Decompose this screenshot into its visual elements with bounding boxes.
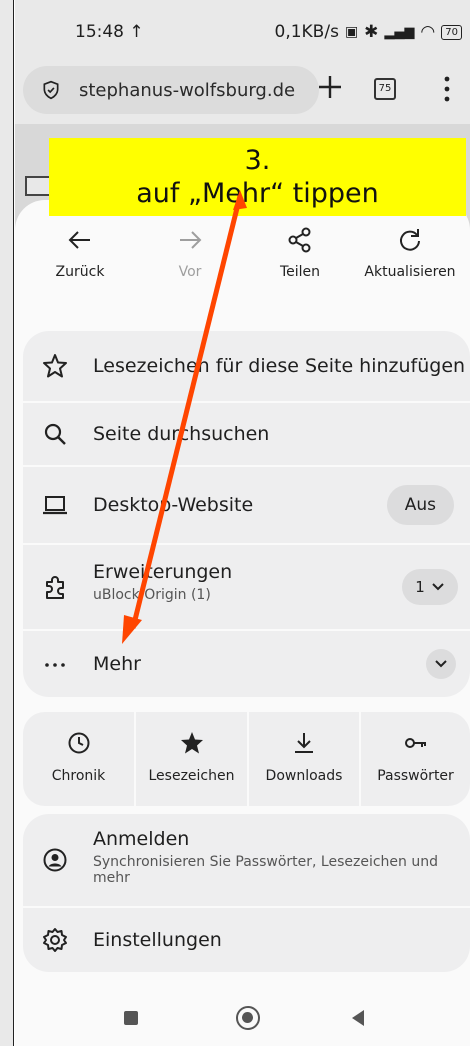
status-right: 0,1KB/s ▣ ✱ ▂▄▆ ◠ 70 xyxy=(274,22,462,42)
sign-in-label: Anmelden xyxy=(93,828,190,850)
more-dots-icon xyxy=(45,663,65,667)
home-button-dot xyxy=(242,1012,253,1023)
quick-access-row: Chronik Lesezeichen Downloads Passwörter xyxy=(23,712,470,806)
passwords-button[interactable]: Passwörter xyxy=(361,712,470,806)
bluetooth-icon: ✱ xyxy=(364,22,379,42)
tab-switcher-button[interactable]: 75 xyxy=(374,78,396,100)
key-icon xyxy=(404,738,426,748)
menu-group: Lesezeichen für diese Seite hinzufügen S… xyxy=(23,331,470,697)
history-button[interactable]: Chronik xyxy=(23,712,134,806)
browser-menu-sheet: Zurück Vor Teilen Aktualisieren Lesezeic… xyxy=(15,200,470,1046)
sign-in-sublabel: Synchronisieren Sie Passwörter, Lesezeic… xyxy=(93,854,438,886)
passwords-label: Passwörter xyxy=(377,768,454,784)
settings-label: Einstellungen xyxy=(93,929,222,951)
upload-icon: ↑ xyxy=(129,22,144,42)
desktop-site-toggle[interactable]: Aus xyxy=(386,485,454,525)
arrow-right-icon xyxy=(180,231,202,249)
url-bar[interactable]: stephanus-wolfsburg.de xyxy=(23,66,319,114)
downloads-label: Downloads xyxy=(265,768,343,784)
share-icon xyxy=(288,227,311,253)
reload-icon xyxy=(400,229,420,251)
menu-item-settings[interactable]: Einstellungen xyxy=(23,906,470,972)
menu-item-desktop-site[interactable]: Desktop-Website Aus xyxy=(23,465,470,543)
menu-item-add-bookmark[interactable]: Lesezeichen für diese Seite hinzufügen xyxy=(23,331,470,401)
download-icon xyxy=(295,733,313,753)
menu-item-extensions[interactable]: Erweiterungen uBlock Origin (1) 1 xyxy=(23,543,470,629)
chevron-down-icon xyxy=(432,583,444,591)
desktop-site-label: Desktop-Website xyxy=(93,494,254,516)
status-bar: 15:48 ↑ 0,1KB/s ▣ ✱ ▂▄▆ ◠ 70 xyxy=(15,0,470,62)
status-time: 15:48 ↑ xyxy=(75,22,144,42)
menu-item-more[interactable]: Mehr xyxy=(23,629,470,697)
menu-item-find-in-page[interactable]: Seite durchsuchen xyxy=(23,401,470,465)
new-tab-icon[interactable] xyxy=(315,72,345,102)
forward-label: Vor xyxy=(178,264,202,280)
back-button[interactable]: Zurück xyxy=(25,220,135,310)
menu-item-sign-in[interactable]: Anmelden Synchronisieren Sie Passwörter,… xyxy=(23,814,470,906)
share-label: Teilen xyxy=(279,264,321,280)
shield-icon[interactable] xyxy=(41,80,61,100)
extensions-count-dropdown[interactable]: 1 xyxy=(402,569,458,605)
gear-icon xyxy=(43,928,67,952)
overflow-menu-icon[interactable] xyxy=(443,76,451,102)
forward-button[interactable]: Vor xyxy=(135,220,245,310)
url-text[interactable]: stephanus-wolfsburg.de xyxy=(79,80,295,101)
share-button[interactable]: Teilen xyxy=(245,220,355,310)
battery-icon: 70 xyxy=(441,24,462,40)
clock-icon xyxy=(68,732,89,754)
recents-button[interactable] xyxy=(124,1011,138,1025)
extensions-count: 1 xyxy=(415,578,425,596)
reload-button[interactable]: Aktualisieren xyxy=(355,220,465,310)
network-speed: 0,1KB/s xyxy=(274,22,339,42)
more-label: Mehr xyxy=(93,653,141,675)
account-circle-icon xyxy=(43,848,67,872)
star-outline-icon xyxy=(43,354,67,378)
add-bookmark-label: Lesezeichen für diese Seite hinzufügen xyxy=(93,355,466,377)
laptop-icon xyxy=(43,496,67,515)
search-icon xyxy=(44,423,66,445)
bookmarks-button[interactable]: Lesezeichen xyxy=(136,712,247,806)
left-frame-border xyxy=(0,0,14,1046)
account-group: Anmelden Synchronisieren Sie Passwörter,… xyxy=(23,814,470,972)
nfc-icon: ▣ xyxy=(344,24,359,40)
annotation-callout: 3. auf „Mehr“ tippen xyxy=(49,138,466,216)
system-nav-bar xyxy=(15,1000,470,1046)
history-label: Chronik xyxy=(51,768,106,784)
back-triangle-icon[interactable] xyxy=(350,1009,366,1027)
extensions-text: Erweiterungen uBlock Origin (1) xyxy=(93,561,232,603)
extensions-sublabel: uBlock Origin (1) xyxy=(93,587,211,603)
nav-row: Zurück Vor Teilen Aktualisieren xyxy=(15,220,470,310)
puzzle-icon xyxy=(46,576,64,599)
home-button[interactable] xyxy=(236,1006,260,1030)
annotation-instruction: auf „Mehr“ tippen xyxy=(136,178,379,209)
reload-label: Aktualisieren xyxy=(364,264,456,280)
wifi-icon: ◠ xyxy=(420,22,436,42)
back-label: Zurück xyxy=(55,264,105,280)
annotation-step-number: 3. xyxy=(244,145,271,176)
signal-icon: ▂▄▆ xyxy=(384,24,415,40)
chevron-down-icon xyxy=(435,660,447,668)
more-expand-button[interactable] xyxy=(426,649,456,679)
browser-toolbar: stephanus-wolfsburg.de 75 xyxy=(15,62,470,124)
find-in-page-label: Seite durchsuchen xyxy=(93,423,270,445)
sign-in-text: Anmelden Synchronisieren Sie Passwörter,… xyxy=(93,828,453,886)
bookmarks-label: Lesezeichen xyxy=(148,768,235,784)
star-filled-icon xyxy=(180,732,203,754)
extensions-label: Erweiterungen xyxy=(93,561,233,583)
arrow-left-icon xyxy=(68,231,90,249)
downloads-button[interactable]: Downloads xyxy=(249,712,359,806)
